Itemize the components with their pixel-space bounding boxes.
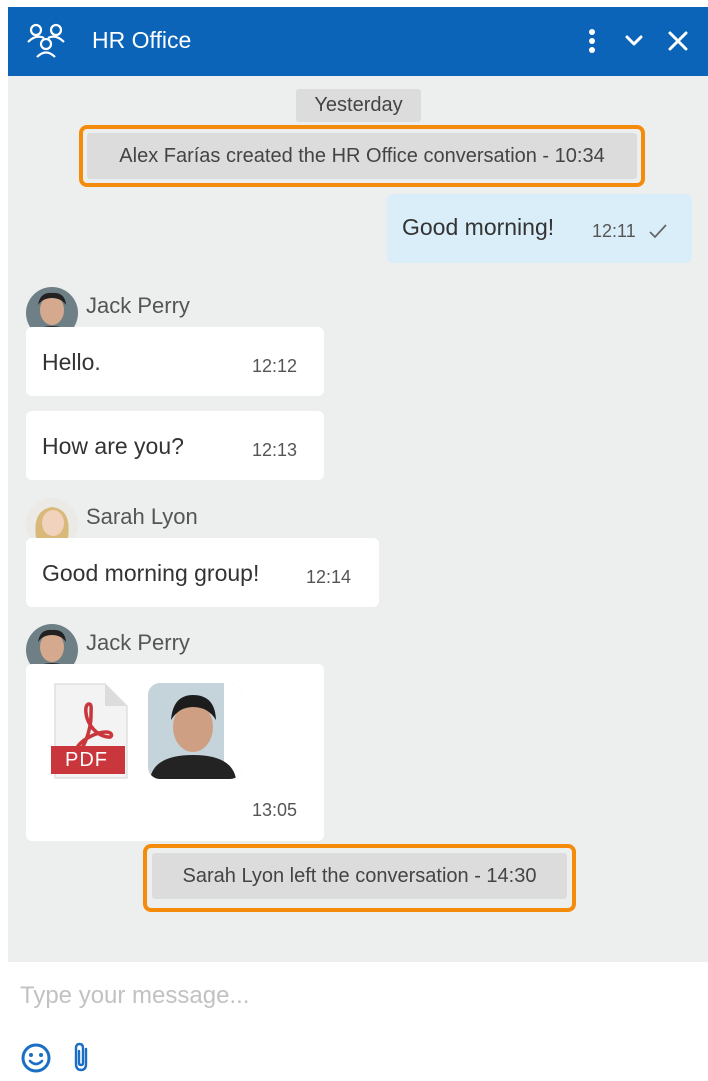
emoji-button[interactable] — [18, 1040, 54, 1076]
outgoing-message[interactable]: Good morning! 12:11 — [387, 194, 692, 263]
incoming-attachments-message[interactable]: PDF 13:05 — [26, 664, 324, 841]
sender-name: Jack Perry — [86, 630, 190, 655]
message-time: 12:11 — [592, 221, 636, 241]
message-list[interactable]: Yesterday Alex Farías created the HR Off… — [8, 76, 708, 962]
message-text: Good morning group! — [42, 560, 260, 586]
message-composer — [8, 962, 708, 1081]
more-options-button[interactable] — [576, 25, 608, 57]
chat-window: HR Office Yesterday Alex Farías created … — [8, 7, 708, 1081]
kebab-menu-icon — [589, 29, 595, 53]
message-input[interactable] — [20, 978, 680, 1014]
incoming-message[interactable]: Hello. 12:12 — [26, 327, 324, 396]
chevron-down-icon — [625, 35, 643, 46]
message-text: Good morning! — [402, 214, 555, 240]
image-attachment[interactable] — [148, 683, 242, 779]
check-icon — [649, 224, 667, 239]
message-time: 13:05 — [252, 800, 298, 820]
system-event-left: Sarah Lyon left the conversation - 14:30 — [152, 853, 567, 899]
close-icon — [668, 31, 688, 51]
emoji-icon — [21, 1043, 51, 1073]
group-icon — [27, 23, 65, 58]
sender-name: Jack Perry — [86, 293, 190, 318]
sender-name: Sarah Lyon — [86, 504, 198, 529]
message-time: 12:14 — [306, 567, 352, 587]
pdf-label: PDF — [65, 749, 108, 771]
message-text: Hello. — [42, 349, 101, 375]
day-separator: Yesterday — [296, 89, 421, 122]
conversation-title: HR Office — [92, 27, 192, 53]
close-button[interactable] — [662, 25, 694, 57]
incoming-message[interactable]: How are you? 12:13 — [26, 411, 324, 480]
incoming-message[interactable]: Good morning group! 12:14 — [26, 538, 379, 607]
pdf-attachment[interactable]: PDF — [51, 682, 129, 780]
message-time: 12:13 — [252, 440, 298, 460]
person-photo-icon — [148, 683, 242, 779]
paperclip-icon — [74, 1042, 88, 1072]
chat-header: HR Office — [8, 7, 708, 76]
message-time: 12:12 — [252, 356, 298, 376]
system-event-created: Alex Farías created the HR Office conver… — [87, 133, 637, 179]
attach-button[interactable] — [64, 1040, 100, 1076]
minimize-button[interactable] — [618, 25, 650, 57]
message-text: How are you? — [42, 433, 184, 459]
